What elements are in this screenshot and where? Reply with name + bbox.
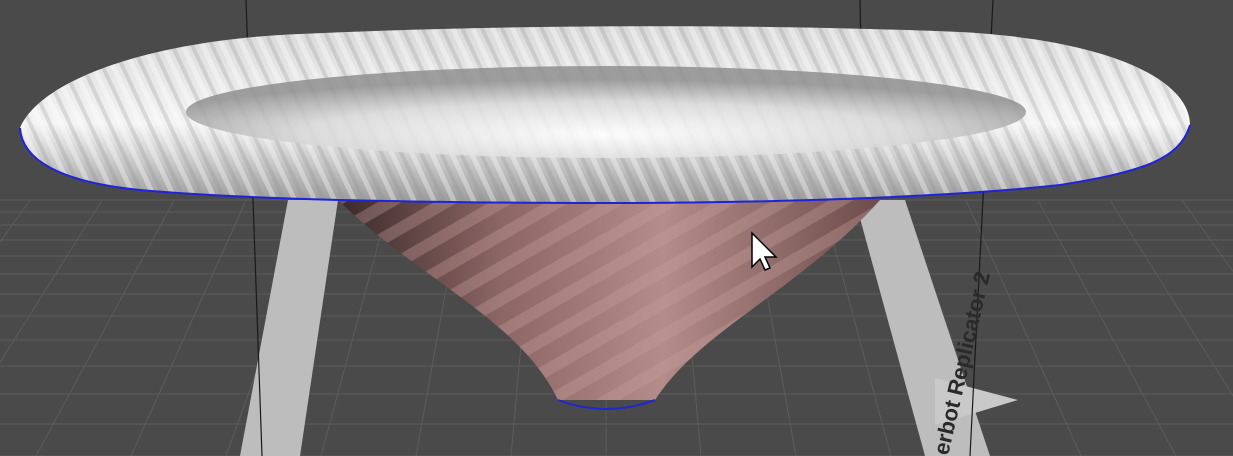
grid-line: [1037, 199, 1177, 456]
grid-line: [1109, 199, 1233, 397]
grid-line: [1181, 199, 1233, 273]
model-rim[interactable]: [19, 26, 1191, 205]
3d-viewport[interactable]: erbot Replicator 2: [0, 0, 1233, 456]
viewport-canvas[interactable]: erbot Replicator 2: [0, 0, 1233, 456]
grid-line: [35, 199, 175, 456]
model-stem[interactable]: [300, 190, 920, 420]
grid-line: [0, 199, 31, 243]
grid-line: [0, 199, 103, 364]
rim-inner-bowl: [186, 66, 1026, 158]
grid-line: [965, 199, 1082, 456]
grid-line: [130, 199, 247, 456]
